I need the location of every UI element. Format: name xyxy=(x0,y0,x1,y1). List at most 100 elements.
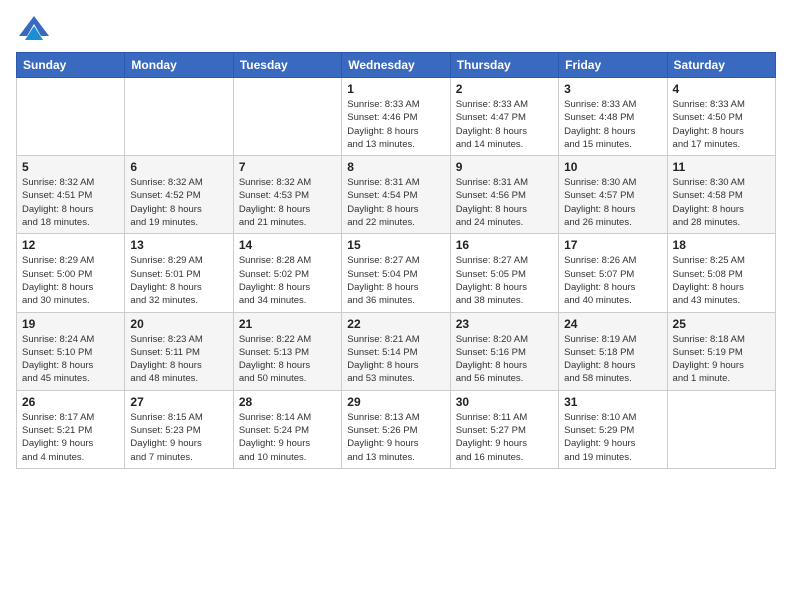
day-info: Sunrise: 8:10 AM Sunset: 5:29 PM Dayligh… xyxy=(564,411,661,464)
day-info: Sunrise: 8:18 AM Sunset: 5:19 PM Dayligh… xyxy=(673,333,770,386)
calendar-cell: 12 Sunrise: 8:29 AM Sunset: 5:00 PM Dayli… xyxy=(17,234,125,312)
day-number: 14 xyxy=(239,238,336,252)
day-info: Sunrise: 8:13 AM Sunset: 5:26 PM Dayligh… xyxy=(347,411,444,464)
logo-icon xyxy=(19,16,49,40)
day-number: 31 xyxy=(564,395,661,409)
day-info: Sunrise: 8:29 AM Sunset: 5:00 PM Dayligh… xyxy=(22,254,119,307)
calendar-cell: 1 Sunrise: 8:33 AM Sunset: 4:46 PM Daylig… xyxy=(342,78,450,156)
day-number: 6 xyxy=(130,160,227,174)
calendar-week-1: 1 Sunrise: 8:33 AM Sunset: 4:46 PM Daylig… xyxy=(17,78,776,156)
day-number: 30 xyxy=(456,395,553,409)
day-info: Sunrise: 8:32 AM Sunset: 4:53 PM Dayligh… xyxy=(239,176,336,229)
day-info: Sunrise: 8:30 AM Sunset: 4:58 PM Dayligh… xyxy=(673,176,770,229)
day-number: 29 xyxy=(347,395,444,409)
day-info: Sunrise: 8:26 AM Sunset: 5:07 PM Dayligh… xyxy=(564,254,661,307)
calendar-cell: 8 Sunrise: 8:31 AM Sunset: 4:54 PM Daylig… xyxy=(342,156,450,234)
day-info: Sunrise: 8:11 AM Sunset: 5:27 PM Dayligh… xyxy=(456,411,553,464)
day-number: 8 xyxy=(347,160,444,174)
day-number: 24 xyxy=(564,317,661,331)
day-info: Sunrise: 8:23 AM Sunset: 5:11 PM Dayligh… xyxy=(130,333,227,386)
day-number: 23 xyxy=(456,317,553,331)
day-number: 25 xyxy=(673,317,770,331)
day-info: Sunrise: 8:25 AM Sunset: 5:08 PM Dayligh… xyxy=(673,254,770,307)
weekday-header-saturday: Saturday xyxy=(667,53,775,78)
weekday-header-wednesday: Wednesday xyxy=(342,53,450,78)
calendar-week-5: 26 Sunrise: 8:17 AM Sunset: 5:21 PM Dayli… xyxy=(17,390,776,468)
day-number: 7 xyxy=(239,160,336,174)
day-number: 26 xyxy=(22,395,119,409)
weekday-header-tuesday: Tuesday xyxy=(233,53,341,78)
day-info: Sunrise: 8:27 AM Sunset: 5:04 PM Dayligh… xyxy=(347,254,444,307)
logo xyxy=(16,16,49,40)
day-number: 1 xyxy=(347,82,444,96)
calendar-cell: 17 Sunrise: 8:26 AM Sunset: 5:07 PM Dayli… xyxy=(559,234,667,312)
calendar-week-2: 5 Sunrise: 8:32 AM Sunset: 4:51 PM Daylig… xyxy=(17,156,776,234)
day-number: 19 xyxy=(22,317,119,331)
day-info: Sunrise: 8:27 AM Sunset: 5:05 PM Dayligh… xyxy=(456,254,553,307)
day-number: 2 xyxy=(456,82,553,96)
calendar-cell xyxy=(17,78,125,156)
calendar-cell: 26 Sunrise: 8:17 AM Sunset: 5:21 PM Dayli… xyxy=(17,390,125,468)
day-info: Sunrise: 8:33 AM Sunset: 4:47 PM Dayligh… xyxy=(456,98,553,151)
day-info: Sunrise: 8:17 AM Sunset: 5:21 PM Dayligh… xyxy=(22,411,119,464)
calendar-week-4: 19 Sunrise: 8:24 AM Sunset: 5:10 PM Dayli… xyxy=(17,312,776,390)
calendar-cell: 24 Sunrise: 8:19 AM Sunset: 5:18 PM Dayli… xyxy=(559,312,667,390)
day-number: 5 xyxy=(22,160,119,174)
calendar-cell: 5 Sunrise: 8:32 AM Sunset: 4:51 PM Daylig… xyxy=(17,156,125,234)
day-number: 22 xyxy=(347,317,444,331)
day-info: Sunrise: 8:32 AM Sunset: 4:51 PM Dayligh… xyxy=(22,176,119,229)
day-number: 20 xyxy=(130,317,227,331)
weekday-header-row: SundayMondayTuesdayWednesdayThursdayFrid… xyxy=(17,53,776,78)
calendar-cell: 9Sunrise: 8:31 AM Sunset: 4:56 PM Daylig… xyxy=(450,156,558,234)
day-info: Sunrise: 8:33 AM Sunset: 4:46 PM Dayligh… xyxy=(347,98,444,151)
day-info: Sunrise: 8:28 AM Sunset: 5:02 PM Dayligh… xyxy=(239,254,336,307)
calendar-cell: 2 Sunrise: 8:33 AM Sunset: 4:47 PM Daylig… xyxy=(450,78,558,156)
day-number: 27 xyxy=(130,395,227,409)
day-number: 12 xyxy=(22,238,119,252)
page-header xyxy=(16,16,776,40)
day-number: 15 xyxy=(347,238,444,252)
calendar-cell: 10 Sunrise: 8:30 AM Sunset: 4:57 PM Dayli… xyxy=(559,156,667,234)
day-info: Sunrise: 8:14 AM Sunset: 5:24 PM Dayligh… xyxy=(239,411,336,464)
calendar-table: SundayMondayTuesdayWednesdayThursdayFrid… xyxy=(16,52,776,469)
day-number: 4 xyxy=(673,82,770,96)
weekday-header-friday: Friday xyxy=(559,53,667,78)
calendar-cell xyxy=(667,390,775,468)
day-info: Sunrise: 8:22 AM Sunset: 5:13 PM Dayligh… xyxy=(239,333,336,386)
calendar-cell: 19 Sunrise: 8:24 AM Sunset: 5:10 PM Dayli… xyxy=(17,312,125,390)
day-number: 3 xyxy=(564,82,661,96)
day-number: 11 xyxy=(673,160,770,174)
day-number: 13 xyxy=(130,238,227,252)
day-info: Sunrise: 8:32 AM Sunset: 4:52 PM Dayligh… xyxy=(130,176,227,229)
weekday-header-monday: Monday xyxy=(125,53,233,78)
calendar-cell: 15 Sunrise: 8:27 AM Sunset: 5:04 PM Dayli… xyxy=(342,234,450,312)
calendar-cell: 3 Sunrise: 8:33 AM Sunset: 4:48 PM Daylig… xyxy=(559,78,667,156)
day-number: 16 xyxy=(456,238,553,252)
day-info: Sunrise: 8:33 AM Sunset: 4:48 PM Dayligh… xyxy=(564,98,661,151)
day-info: Sunrise: 8:24 AM Sunset: 5:10 PM Dayligh… xyxy=(22,333,119,386)
calendar-cell: 4Sunrise: 8:33 AM Sunset: 4:50 PM Daylig… xyxy=(667,78,775,156)
day-info: Sunrise: 8:29 AM Sunset: 5:01 PM Dayligh… xyxy=(130,254,227,307)
calendar-cell: 11 Sunrise: 8:30 AM Sunset: 4:58 PM Dayli… xyxy=(667,156,775,234)
day-info: Sunrise: 8:19 AM Sunset: 5:18 PM Dayligh… xyxy=(564,333,661,386)
calendar-cell: 22 Sunrise: 8:21 AM Sunset: 5:14 PM Dayli… xyxy=(342,312,450,390)
day-info: Sunrise: 8:30 AM Sunset: 4:57 PM Dayligh… xyxy=(564,176,661,229)
calendar-cell: 7 Sunrise: 8:32 AM Sunset: 4:53 PM Daylig… xyxy=(233,156,341,234)
day-number: 17 xyxy=(564,238,661,252)
calendar-cell: 30 Sunrise: 8:11 AM Sunset: 5:27 PM Dayli… xyxy=(450,390,558,468)
calendar-cell: 23Sunrise: 8:20 AM Sunset: 5:16 PM Dayli… xyxy=(450,312,558,390)
day-number: 18 xyxy=(673,238,770,252)
day-info: Sunrise: 8:31 AM Sunset: 4:54 PM Dayligh… xyxy=(347,176,444,229)
day-info: Sunrise: 8:15 AM Sunset: 5:23 PM Dayligh… xyxy=(130,411,227,464)
calendar-cell: 20 Sunrise: 8:23 AM Sunset: 5:11 PM Dayli… xyxy=(125,312,233,390)
day-number: 10 xyxy=(564,160,661,174)
calendar-cell: 28Sunrise: 8:14 AM Sunset: 5:24 PM Dayli… xyxy=(233,390,341,468)
calendar-cell: 13 Sunrise: 8:29 AM Sunset: 5:01 PM Dayli… xyxy=(125,234,233,312)
calendar-cell: 6 Sunrise: 8:32 AM Sunset: 4:52 PM Daylig… xyxy=(125,156,233,234)
weekday-header-sunday: Sunday xyxy=(17,53,125,78)
day-info: Sunrise: 8:31 AM Sunset: 4:56 PM Dayligh… xyxy=(456,176,553,229)
calendar-week-3: 12 Sunrise: 8:29 AM Sunset: 5:00 PM Dayli… xyxy=(17,234,776,312)
day-info: Sunrise: 8:21 AM Sunset: 5:14 PM Dayligh… xyxy=(347,333,444,386)
calendar-cell: 16 Sunrise: 8:27 AM Sunset: 5:05 PM Dayli… xyxy=(450,234,558,312)
calendar-cell: 21Sunrise: 8:22 AM Sunset: 5:13 PM Dayli… xyxy=(233,312,341,390)
